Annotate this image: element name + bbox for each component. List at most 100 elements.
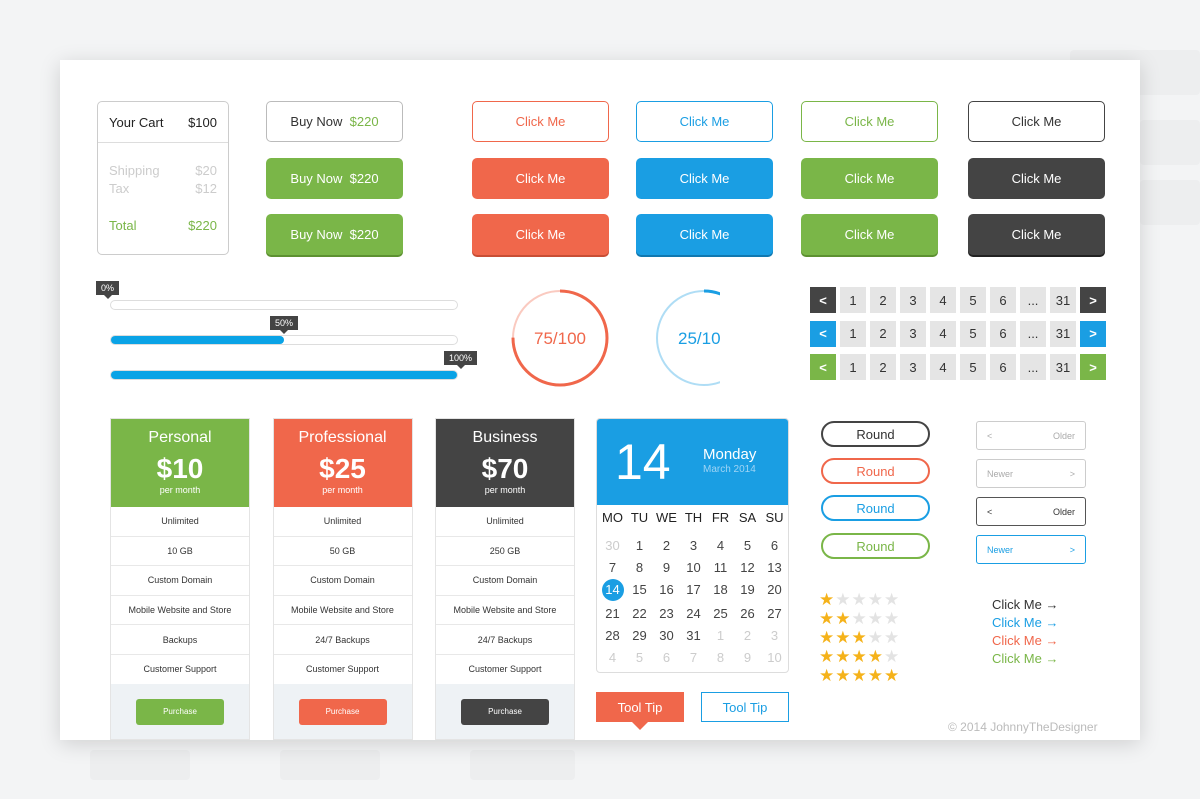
arrow-link-dark[interactable]: Click Me → (992, 597, 1058, 612)
calendar-date[interactable]: 16 (653, 581, 680, 599)
pagination-page[interactable]: 6 (990, 354, 1016, 380)
pagination-next[interactable]: > (1080, 287, 1106, 313)
calendar-date[interactable]: 4 (599, 649, 626, 667)
pagination-page[interactable]: ... (1020, 287, 1046, 313)
arrow-link-green[interactable]: Click Me → (992, 651, 1058, 666)
calendar-date[interactable]: 7 (680, 649, 707, 667)
calendar-date[interactable]: 29 (626, 627, 653, 645)
buy-now-pressed-button[interactable]: Buy Now $220 (266, 214, 403, 255)
star-rating-row[interactable]: ★★★★★ (819, 628, 900, 647)
click-me-red-outline[interactable]: Click Me (472, 101, 609, 142)
pagination-page[interactable]: 3 (900, 354, 926, 380)
pagination-page[interactable]: ... (1020, 354, 1046, 380)
calendar-date[interactable]: 4 (707, 537, 734, 555)
pagination-page[interactable]: 2 (870, 320, 896, 347)
pagination-page[interactable]: 2 (870, 354, 896, 380)
pagination-page[interactable]: 31 (1050, 354, 1076, 380)
calendar-date[interactable]: 3 (761, 627, 788, 645)
pagination-page[interactable]: 2 (870, 287, 896, 313)
pagination-page[interactable]: 1 (840, 354, 866, 380)
pagination-page[interactable]: 1 (840, 320, 866, 347)
calendar-date[interactable]: 28 (599, 627, 626, 645)
buy-now-outline-button[interactable]: Buy Now $220 (266, 101, 403, 142)
pagination-next[interactable]: > (1080, 354, 1106, 380)
calendar-date[interactable]: 6 (761, 537, 788, 555)
calendar-date[interactable]: 24 (680, 605, 707, 623)
calendar-date[interactable]: 9 (734, 649, 761, 667)
pagination-next[interactable]: > (1080, 320, 1106, 347)
pagination-page[interactable]: 6 (990, 320, 1016, 347)
calendar-date[interactable]: 7 (599, 559, 626, 577)
calendar-date[interactable]: 8 (707, 649, 734, 667)
round-button-green[interactable]: Round (821, 533, 930, 559)
round-button-dark[interactable]: Round (821, 421, 930, 447)
calendar-date[interactable]: 5 (734, 537, 761, 555)
purchase-button[interactable]: Purchase (136, 698, 224, 725)
pagination-prev[interactable]: < (810, 354, 836, 380)
pagination-page[interactable]: 4 (930, 287, 956, 313)
click-me-dark[interactable]: Click Me (968, 158, 1105, 199)
calendar-date[interactable]: 19 (734, 581, 761, 599)
calendar-date[interactable]: 10 (761, 649, 788, 667)
calendar-date[interactable]: 8 (626, 559, 653, 577)
click-me-green-pressed[interactable]: Click Me (801, 214, 938, 255)
calendar-date[interactable]: 17 (680, 581, 707, 599)
calendar-date[interactable]: 31 (680, 627, 707, 645)
click-me-blue[interactable]: Click Me (636, 158, 773, 199)
calendar-date[interactable]: 1 (707, 627, 734, 645)
click-me-dark-pressed[interactable]: Click Me (968, 214, 1105, 255)
pagination-page[interactable]: 3 (900, 320, 926, 347)
older-button-dark[interactable]: < Older (976, 497, 1086, 526)
star-rating-row[interactable]: ★★★★★ (819, 666, 900, 685)
arrow-link-red[interactable]: Click Me → (992, 633, 1058, 648)
arrow-link-blue[interactable]: Click Me → (992, 615, 1058, 630)
pagination-prev[interactable]: < (810, 320, 836, 347)
buy-now-button[interactable]: Buy Now $220 (266, 158, 403, 199)
calendar-date[interactable]: 13 (761, 559, 788, 577)
calendar-date[interactable]: 1 (626, 537, 653, 555)
purchase-button[interactable]: Purchase (298, 698, 387, 725)
star-rating-row[interactable]: ★★★★★ (819, 609, 900, 628)
calendar-date[interactable]: 21 (599, 605, 626, 623)
click-me-green[interactable]: Click Me (801, 158, 938, 199)
click-me-red[interactable]: Click Me (472, 158, 609, 199)
calendar-date[interactable]: 23 (653, 605, 680, 623)
round-button-blue[interactable]: Round (821, 495, 930, 521)
calendar-date[interactable]: 5 (626, 649, 653, 667)
pagination-page[interactable]: 31 (1050, 320, 1076, 347)
pagination-page[interactable]: 31 (1050, 287, 1076, 313)
click-me-dark-outline[interactable]: Click Me (968, 101, 1105, 142)
calendar-date[interactable]: 9 (653, 559, 680, 577)
click-me-red-pressed[interactable]: Click Me (472, 214, 609, 255)
calendar-date[interactable]: 26 (734, 605, 761, 623)
calendar-date[interactable]: 2 (734, 627, 761, 645)
calendar-date[interactable]: 15 (626, 581, 653, 599)
click-me-blue-pressed[interactable]: Click Me (636, 214, 773, 255)
calendar-date[interactable]: 27 (761, 605, 788, 623)
calendar-date[interactable]: 14 (601, 579, 624, 601)
calendar-date[interactable]: 22 (626, 605, 653, 623)
calendar-date[interactable]: 30 (599, 537, 626, 555)
pagination-page[interactable]: ... (1020, 320, 1046, 347)
pagination-page[interactable]: 5 (960, 354, 986, 380)
calendar-date[interactable]: 6 (653, 649, 680, 667)
newer-button-light[interactable]: Newer > (976, 459, 1086, 488)
purchase-button[interactable]: Purchase (461, 698, 549, 725)
calendar-date[interactable]: 11 (707, 559, 734, 577)
pagination-page[interactable]: 1 (840, 287, 866, 313)
calendar-date[interactable]: 25 (707, 605, 734, 623)
star-rating-row[interactable]: ★★★★★ (819, 647, 900, 666)
pagination-prev[interactable]: < (810, 287, 836, 313)
calendar-date[interactable]: 2 (653, 537, 680, 555)
pagination-page[interactable]: 5 (960, 320, 986, 347)
pagination-page[interactable]: 4 (930, 320, 956, 347)
calendar-date[interactable]: 30 (653, 627, 680, 645)
calendar-date[interactable]: 18 (707, 581, 734, 599)
calendar-date[interactable]: 20 (761, 581, 788, 599)
click-me-green-outline[interactable]: Click Me (801, 101, 938, 142)
older-button-light[interactable]: < Older (976, 421, 1086, 450)
calendar-date[interactable]: 3 (680, 537, 707, 555)
calendar-date[interactable]: 12 (734, 559, 761, 577)
pagination-page[interactable]: 3 (900, 287, 926, 313)
round-button-red[interactable]: Round (821, 458, 930, 484)
